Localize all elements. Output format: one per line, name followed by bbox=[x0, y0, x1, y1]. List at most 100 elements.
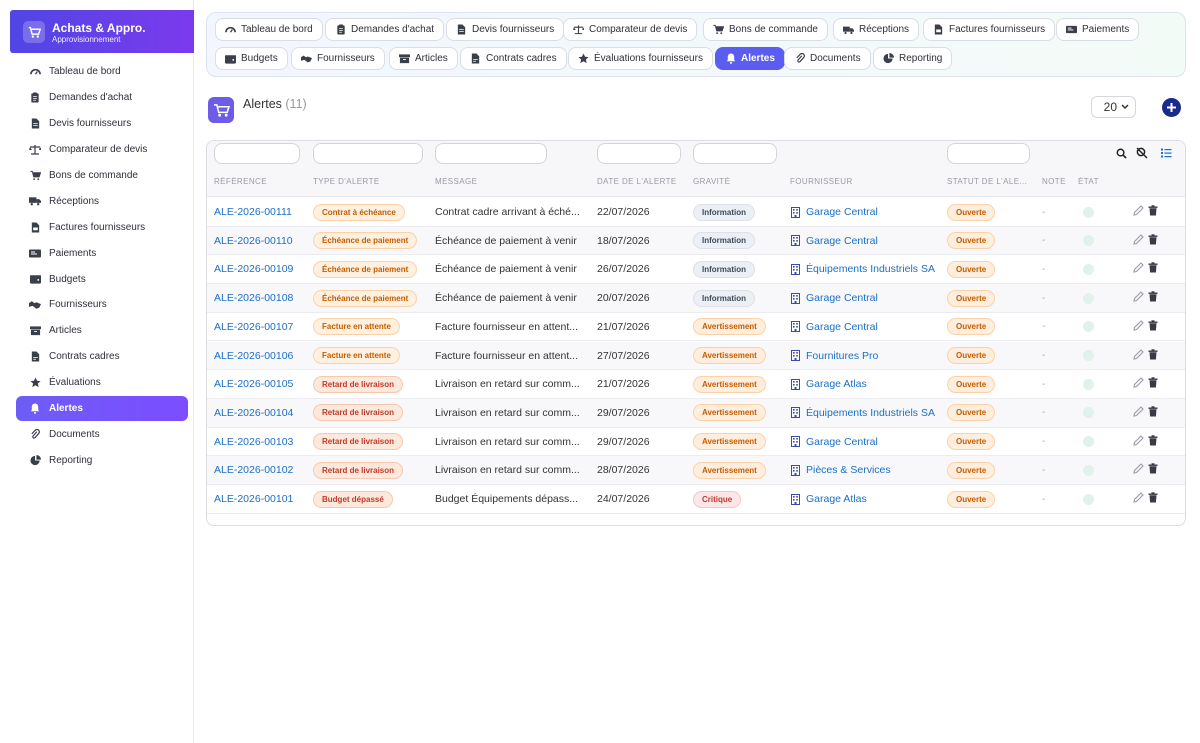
edit-icon[interactable] bbox=[1133, 233, 1144, 248]
column-header[interactable]: Statut de l'ale... bbox=[947, 177, 1030, 186]
edit-icon[interactable] bbox=[1133, 348, 1144, 363]
trash-icon[interactable] bbox=[1148, 406, 1158, 420]
sidebar-item-star[interactable]: Évaluations bbox=[16, 370, 188, 396]
column-header[interactable]: Type d'alerte bbox=[313, 177, 423, 186]
reference-link[interactable]: ALE-2026-00105 bbox=[214, 378, 293, 390]
reference-link[interactable]: ALE-2026-00106 bbox=[214, 350, 293, 362]
filter-severity-input[interactable] bbox=[693, 143, 777, 164]
edit-icon[interactable] bbox=[1133, 434, 1144, 449]
sidebar-item-scale[interactable]: Comparateur de devis bbox=[16, 137, 188, 163]
filter-type-input[interactable] bbox=[313, 143, 423, 164]
trash-icon[interactable] bbox=[1148, 262, 1158, 276]
table-row[interactable]: ALE-2026-00111 Contrat à échéance Contrat … bbox=[207, 198, 1185, 227]
reference-link[interactable]: ALE-2026-00104 bbox=[214, 407, 293, 419]
table-row[interactable]: ALE-2026-00106 Facture en attente Facture … bbox=[207, 341, 1185, 371]
reference-link[interactable]: ALE-2026-00102 bbox=[214, 464, 293, 476]
tab-clipboard[interactable]: Demandes d'achat bbox=[325, 18, 445, 41]
sidebar-item-gauge[interactable]: Tableau de bord bbox=[16, 59, 188, 85]
tab-file[interactable]: Devis fournisseurs bbox=[446, 18, 565, 41]
reference-link[interactable]: ALE-2026-00103 bbox=[214, 436, 293, 448]
sidebar-item-file-invoice[interactable]: Factures fournisseurs bbox=[16, 214, 188, 240]
tab-pie-chart[interactable]: Reporting bbox=[873, 47, 953, 70]
sidebar-item-paperclip[interactable]: Documents bbox=[16, 421, 188, 447]
tab-handshake[interactable]: Fournisseurs bbox=[291, 47, 385, 70]
reference-link[interactable]: ALE-2026-00101 bbox=[214, 493, 293, 505]
add-button[interactable] bbox=[1162, 98, 1181, 117]
sidebar-item-clipboard[interactable]: Demandes d'achat bbox=[16, 85, 188, 111]
supplier-link[interactable]: Garage Central bbox=[806, 321, 878, 333]
trash-icon[interactable] bbox=[1148, 205, 1158, 219]
supplier-link[interactable]: Pièces & Services bbox=[806, 464, 891, 476]
table-row[interactable]: ALE-2026-00102 Retard de livraison Livrais… bbox=[207, 456, 1185, 485]
sidebar-item-handshake[interactable]: Fournisseurs bbox=[16, 292, 188, 318]
table-row[interactable]: ALE-2026-00104 Retard de livraison Livrais… bbox=[207, 398, 1185, 428]
tab-truck[interactable]: Réceptions bbox=[833, 18, 920, 41]
column-header[interactable]: Fournisseur bbox=[790, 177, 940, 186]
sidebar-item-contract[interactable]: Contrats cadres bbox=[16, 344, 188, 370]
sidebar-item-boxes[interactable]: Articles bbox=[16, 318, 188, 344]
trash-icon[interactable] bbox=[1148, 492, 1158, 506]
sidebar-item-truck[interactable]: Réceptions bbox=[16, 188, 188, 214]
sidebar-item-wallet[interactable]: Budgets bbox=[16, 266, 188, 292]
trash-icon[interactable] bbox=[1148, 233, 1158, 248]
sidebar-item-cart[interactable]: Bons de commande bbox=[16, 163, 188, 189]
column-header[interactable]: Gravité bbox=[693, 177, 773, 186]
tab-money[interactable]: Paiements bbox=[1056, 18, 1140, 41]
supplier-link[interactable]: Équipements Industriels SA bbox=[806, 407, 935, 419]
column-header[interactable]: Date de l'alerte bbox=[597, 177, 687, 186]
tab-file-invoice[interactable]: Factures fournisseurs bbox=[923, 18, 1056, 41]
edit-icon[interactable] bbox=[1133, 406, 1144, 420]
supplier-link[interactable]: Garage Central bbox=[806, 206, 878, 218]
list-view-icon[interactable] bbox=[1159, 146, 1173, 160]
tab-paperclip[interactable]: Documents bbox=[784, 47, 871, 70]
sidebar-item-bell[interactable]: Alertes bbox=[16, 395, 188, 422]
reference-link[interactable]: ALE-2026-00109 bbox=[214, 263, 293, 275]
trash-icon[interactable] bbox=[1148, 291, 1158, 305]
tab-boxes[interactable]: Articles bbox=[389, 47, 458, 70]
sidebar-item-file[interactable]: Devis fournisseurs bbox=[16, 111, 188, 137]
table-row[interactable]: ALE-2026-00108 Échéance de paiement Échéan… bbox=[207, 284, 1185, 313]
table-row[interactable]: ALE-2026-00101 Budget dépassé Budget Équip… bbox=[207, 485, 1185, 514]
supplier-link[interactable]: Garage Atlas bbox=[806, 378, 867, 390]
tab-scale[interactable]: Comparateur de devis bbox=[563, 18, 698, 41]
table-row[interactable]: ALE-2026-00107 Facture en attente Facture … bbox=[207, 313, 1185, 342]
supplier-link[interactable]: Garage Central bbox=[806, 292, 878, 304]
sidebar-item-money[interactable]: Paiements bbox=[16, 240, 188, 266]
per-page-select[interactable]: 20 bbox=[1091, 96, 1136, 118]
tab-contract[interactable]: Contrats cadres bbox=[460, 47, 567, 70]
tab-bell[interactable]: Alertes bbox=[715, 47, 785, 70]
filter-date-input[interactable] bbox=[597, 143, 681, 164]
reference-link[interactable]: ALE-2026-00110 bbox=[214, 235, 293, 247]
clear-filter-icon[interactable] bbox=[1135, 146, 1149, 160]
trash-icon[interactable] bbox=[1148, 377, 1158, 391]
trash-icon[interactable] bbox=[1148, 463, 1158, 477]
column-header[interactable]: Message bbox=[435, 177, 585, 186]
brand-header[interactable]: Achats & Appro. Approvisionnement bbox=[10, 10, 194, 53]
trash-icon[interactable] bbox=[1148, 434, 1158, 449]
edit-icon[interactable] bbox=[1133, 463, 1144, 477]
reference-link[interactable]: ALE-2026-00107 bbox=[214, 321, 293, 333]
search-icon[interactable] bbox=[1114, 146, 1128, 160]
trash-icon[interactable] bbox=[1148, 320, 1158, 334]
reference-link[interactable]: ALE-2026-00108 bbox=[214, 292, 293, 304]
table-row[interactable]: ALE-2026-00109 Échéance de paiement Échéan… bbox=[207, 255, 1185, 285]
filter-reference-input[interactable] bbox=[214, 143, 300, 164]
tab-star[interactable]: Évaluations fournisseurs bbox=[568, 47, 713, 70]
table-row[interactable]: ALE-2026-00105 Retard de livraison Livrais… bbox=[207, 370, 1185, 399]
sidebar-item-pie-chart[interactable]: Reporting bbox=[16, 447, 188, 473]
supplier-link[interactable]: Garage Central bbox=[806, 235, 878, 247]
edit-icon[interactable] bbox=[1133, 262, 1144, 276]
filter-status-input[interactable] bbox=[947, 143, 1030, 164]
column-header[interactable]: État bbox=[1078, 177, 1108, 186]
tab-gauge[interactable]: Tableau de bord bbox=[215, 18, 323, 41]
supplier-link[interactable]: Garage Central bbox=[806, 436, 878, 448]
edit-icon[interactable] bbox=[1133, 377, 1144, 391]
column-header[interactable]: Référence bbox=[214, 177, 304, 186]
edit-icon[interactable] bbox=[1133, 492, 1144, 506]
trash-icon[interactable] bbox=[1148, 348, 1158, 363]
edit-icon[interactable] bbox=[1133, 205, 1144, 219]
edit-icon[interactable] bbox=[1133, 291, 1144, 305]
supplier-link[interactable]: Fournitures Pro bbox=[806, 350, 878, 362]
table-row[interactable]: ALE-2026-00103 Retard de livraison Livrais… bbox=[207, 428, 1185, 457]
table-row[interactable]: ALE-2026-00110 Échéance de paiement Échéan… bbox=[207, 226, 1185, 256]
